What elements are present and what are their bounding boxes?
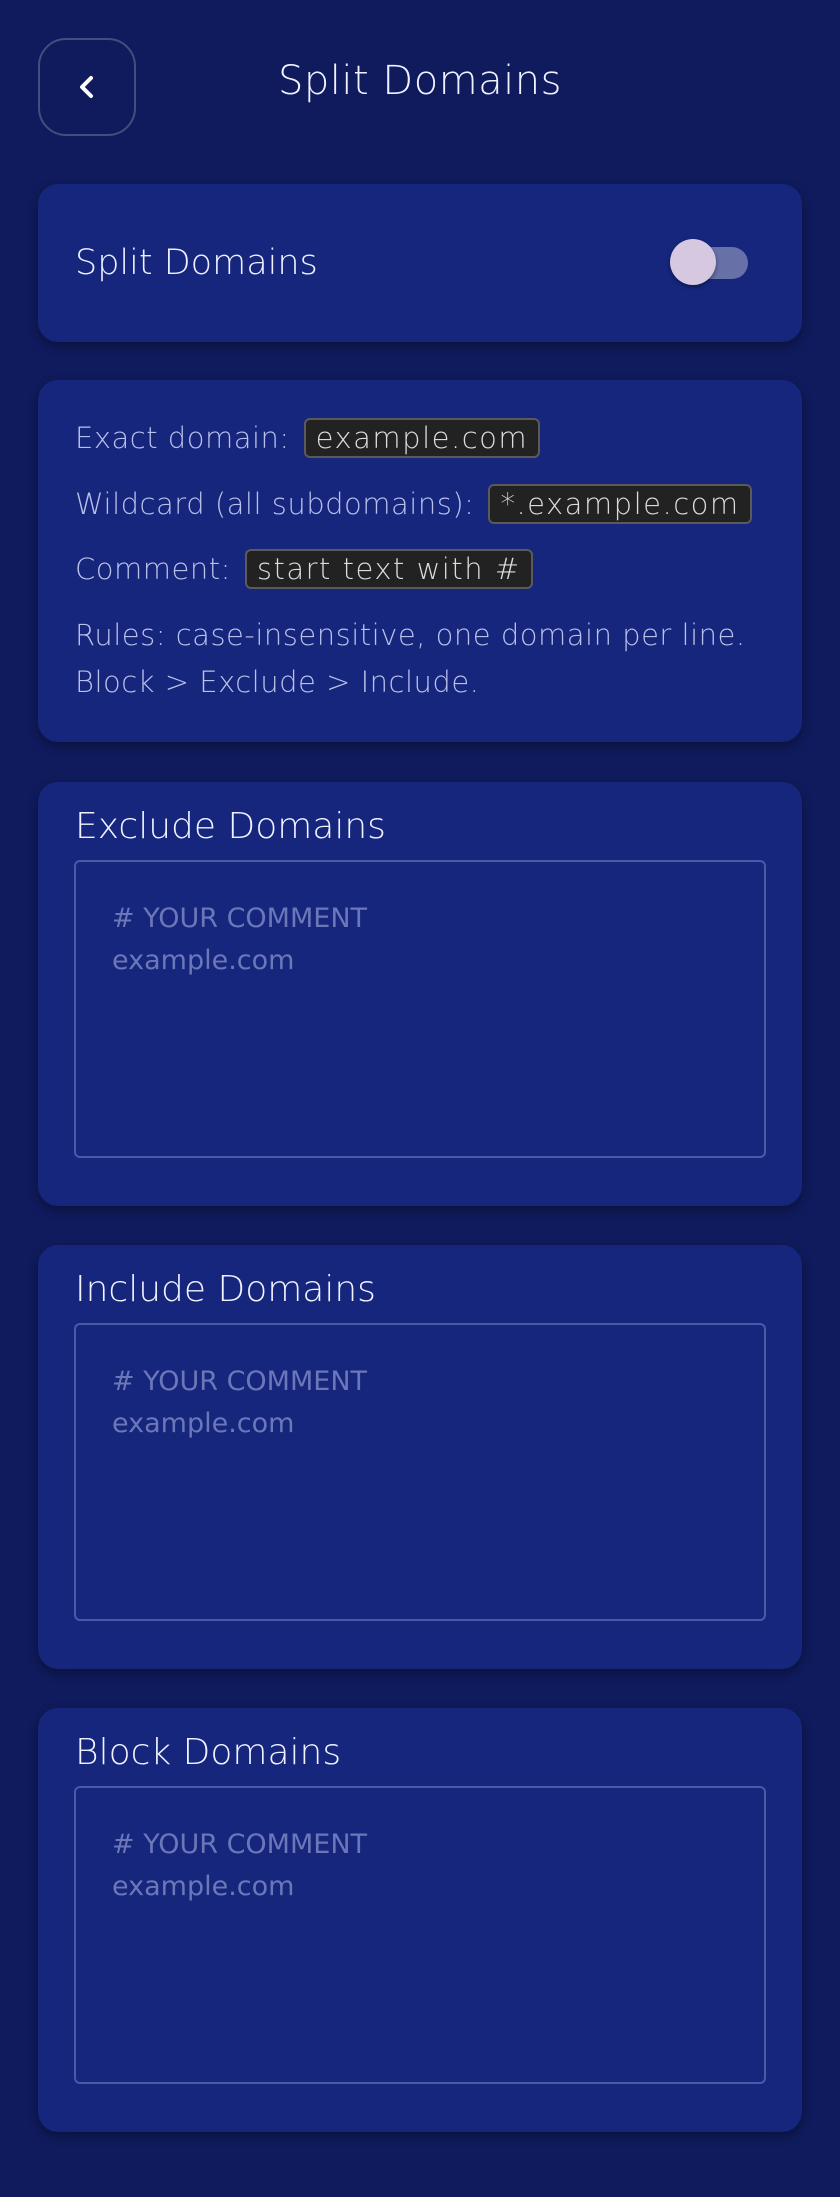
block-domains-input[interactable]	[74, 1786, 766, 2084]
split-domains-toggle-label: Split Domains	[75, 243, 318, 283]
rules-text-line2: Block > Exclude > Include.	[75, 665, 480, 699]
include-domains-card: Include Domains	[38, 1245, 802, 1669]
exact-domain-row: Exact domain: example.com	[75, 418, 541, 458]
block-domains-card: Block Domains	[38, 1708, 802, 2132]
page-title: Split Domains	[278, 58, 562, 104]
exclude-domains-input[interactable]	[74, 860, 766, 1158]
include-domains-input[interactable]	[74, 1323, 766, 1621]
block-domains-title: Block Domains	[75, 1732, 342, 1773]
header: Split Domains	[0, 0, 840, 176]
wildcard-code: *.example.com	[488, 484, 752, 524]
exact-domain-label: Exact domain:	[75, 421, 290, 455]
split-domains-toggle[interactable]	[670, 239, 748, 285]
comment-label: Comment:	[75, 552, 231, 586]
split-domains-toggle-card: Split Domains	[38, 184, 802, 342]
comment-code: start text with #	[244, 549, 533, 589]
rules-text-line1: Rules: case-insensitive, one domain per …	[75, 618, 746, 652]
rules-info-card: Exact domain: example.com Wildcard (all s…	[38, 380, 802, 742]
exclude-domains-title: Exclude Domains	[75, 806, 386, 847]
wildcard-row: Wildcard (all subdomains): *.example.com	[75, 484, 752, 524]
comment-row: Comment: start text with #	[75, 549, 533, 589]
include-domains-title: Include Domains	[75, 1269, 376, 1310]
exclude-domains-card: Exclude Domains	[38, 782, 802, 1206]
exact-domain-code: example.com	[303, 418, 541, 458]
toggle-thumb	[670, 239, 716, 285]
wildcard-label: Wildcard (all subdomains):	[75, 487, 475, 521]
